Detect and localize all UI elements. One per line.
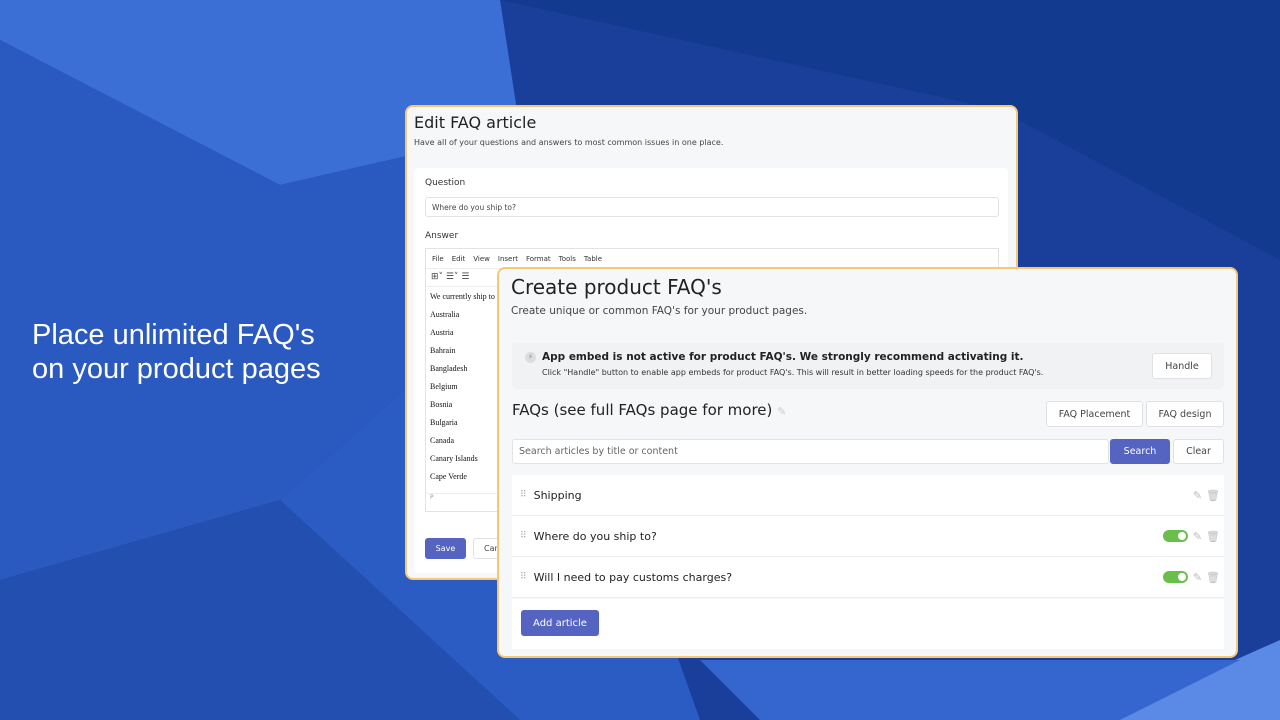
page-subtitle: Create unique or common FAQ's for your p… — [511, 305, 808, 317]
menu-file[interactable]: File — [432, 255, 444, 263]
page-title: Create product FAQ's — [511, 275, 722, 299]
search-input[interactable]: Search articles by title or content — [512, 439, 1109, 464]
menu-table[interactable]: Table — [584, 255, 602, 263]
trash-icon[interactable]: 🗑 — [1206, 530, 1220, 543]
edit-icon[interactable]: ✎ — [1193, 489, 1202, 502]
numbered-list-icon[interactable]: ☰˅ — [446, 272, 459, 282]
faqs-heading: FAQs (see full FAQs page for more) ✎ — [512, 401, 787, 419]
search-button[interactable]: Search — [1110, 439, 1170, 464]
faq-row[interactable]: ⠿ Where do you ship to? ✎ 🗑 — [512, 516, 1224, 557]
faq-design-button[interactable]: FAQ design — [1146, 401, 1224, 427]
question-input[interactable]: Where do you ship to? — [425, 197, 999, 217]
visibility-toggle[interactable] — [1162, 571, 1188, 583]
drag-handle-icon[interactable]: ⠿ — [520, 572, 527, 582]
edit-icon[interactable]: ✎ — [777, 405, 786, 418]
menu-insert[interactable]: Insert — [498, 255, 518, 263]
faq-row[interactable]: ⠿ Will I need to pay customs charges? ✎ 🗑 — [512, 557, 1224, 598]
drag-handle-icon[interactable]: ⠿ — [520, 490, 527, 500]
page-subtitle: Have all of your questions and answers t… — [414, 138, 724, 147]
trash-icon[interactable]: 🗑 — [1206, 571, 1220, 584]
menu-view[interactable]: View — [473, 255, 490, 263]
save-button[interactable]: Save — [425, 538, 466, 559]
menu-tools[interactable]: Tools — [559, 255, 576, 263]
visibility-toggle[interactable] — [1162, 530, 1188, 542]
question-label: Question — [425, 178, 466, 188]
editor-menubar: File Edit View Insert Format Tools Table — [426, 249, 998, 269]
bolt-icon: ⚡ — [525, 352, 536, 363]
tagline: Place unlimited FAQ's on your product pag… — [32, 319, 321, 385]
edit-icon[interactable]: ✎ — [1193, 530, 1202, 543]
drag-handle-icon[interactable]: ⠿ — [520, 531, 527, 541]
handle-button[interactable]: Handle — [1152, 353, 1212, 379]
answer-label: Answer — [425, 231, 459, 241]
add-article-button[interactable]: Add article — [521, 610, 599, 636]
clear-button[interactable]: Clear — [1173, 439, 1224, 464]
bullet-list-icon[interactable]: ☰ — [461, 272, 469, 282]
page-title: Edit FAQ article — [414, 113, 537, 132]
table-icon[interactable]: ⊞˅ — [431, 272, 443, 282]
trash-icon[interactable]: 🗑 — [1206, 489, 1220, 502]
menu-edit[interactable]: Edit — [452, 255, 466, 263]
edit-icon[interactable]: ✎ — [1193, 571, 1202, 584]
faq-row[interactable]: ⠿ Shipping ✎ 🗑 — [512, 475, 1224, 516]
faq-placement-button[interactable]: FAQ Placement — [1046, 401, 1143, 427]
app-embed-notice: ⚡ App embed is not active for product FA… — [512, 343, 1224, 389]
create-faq-window: Create product FAQ's Create unique or co… — [497, 267, 1238, 658]
menu-format[interactable]: Format — [526, 255, 551, 263]
